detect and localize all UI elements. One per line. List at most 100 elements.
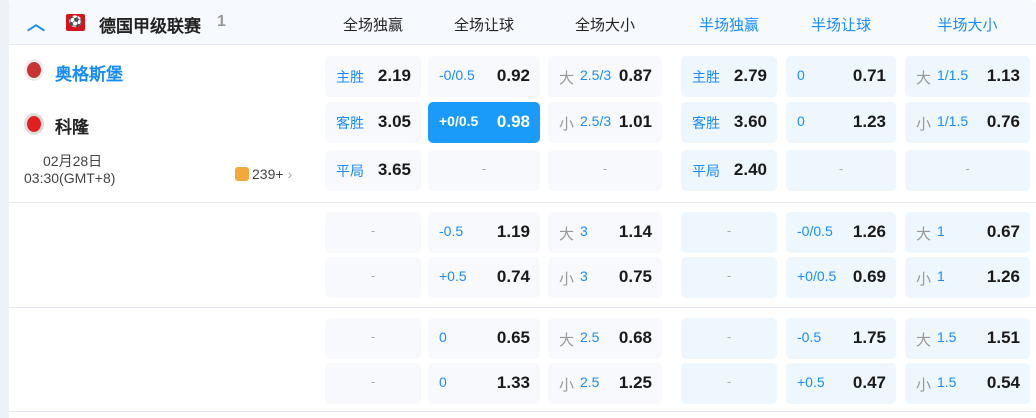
empty-odds: - xyxy=(726,268,732,283)
odds-cell[interactable]: 0 1.33 xyxy=(428,363,540,404)
handicap-line: 1/1.5 xyxy=(937,67,969,83)
odds-value: 0.71 xyxy=(852,66,886,85)
empty-odds: - xyxy=(726,374,732,389)
odds-cell[interactable]: 主胜 2.19 xyxy=(325,56,421,97)
handicap-line: 0 xyxy=(439,329,447,345)
handicap-line: 3 xyxy=(580,223,588,239)
odds-value: 0.92 xyxy=(496,66,530,85)
odds-cell[interactable]: +0/0.5 0.98 xyxy=(428,102,540,143)
handicap-line: 1/1.5 xyxy=(937,113,969,129)
home-team-name[interactable]: 奥格斯堡 xyxy=(55,60,123,85)
odds-cell[interactable]: 小 1/1.5 0.76 xyxy=(905,102,1030,143)
handicap-line: +0.5 xyxy=(439,268,467,284)
odds-cell[interactable]: 主胜 2.79 xyxy=(681,56,777,97)
match-date: 02月28日 xyxy=(43,153,103,169)
odds-value: 0.67 xyxy=(986,222,1020,241)
market-side: 小 xyxy=(916,377,932,394)
odds-cell[interactable]: 小 2.5 1.25 xyxy=(548,363,662,404)
handicap-line: -0/0.5 xyxy=(797,223,833,239)
handicap-line: 1 xyxy=(937,268,945,284)
handicap-line: 2.5/3 xyxy=(580,67,612,83)
odds-cell: - xyxy=(325,363,421,404)
empty-odds: - xyxy=(965,161,970,176)
odds-cell: - xyxy=(786,150,896,191)
odds-cell[interactable]: 0 0.71 xyxy=(786,56,896,97)
odds-cell[interactable]: 小 1.5 0.54 xyxy=(905,363,1030,404)
odds-value: 1.23 xyxy=(852,112,886,131)
league-name: 德国甲级联赛 xyxy=(99,17,201,36)
odds-cell[interactable]: 大 3 1.14 xyxy=(548,212,662,253)
bundesliga-logo-icon: ⚽ xyxy=(66,14,85,31)
odds-cell[interactable]: +0.5 0.47 xyxy=(786,363,896,404)
handicap-line: 客胜 xyxy=(692,115,720,131)
odds-value: 1.26 xyxy=(852,222,886,241)
odds-cell[interactable]: 平局 2.40 xyxy=(681,150,777,191)
handicap-line: 1.5 xyxy=(937,329,957,345)
odds-cell[interactable]: 客胜 3.60 xyxy=(681,102,777,143)
odds-cell: - xyxy=(681,212,777,253)
odds-value: 0.68 xyxy=(618,328,652,347)
odds-value: 0.47 xyxy=(852,373,886,392)
odds-value: 0.74 xyxy=(496,267,530,286)
odds-value: 1.19 xyxy=(496,222,530,241)
odds-cell[interactable]: 小 3 0.75 xyxy=(548,257,662,298)
odds-cell[interactable]: -0.5 1.19 xyxy=(428,212,540,253)
odds-cell[interactable]: +0/0.5 0.69 xyxy=(786,257,896,298)
market-side: 小 xyxy=(916,116,932,133)
away-team-name[interactable]: 科隆 xyxy=(55,113,89,138)
chevron-up-icon[interactable]: ︿ xyxy=(27,10,45,36)
odds-cell[interactable]: +0.5 0.74 xyxy=(428,257,540,298)
odds-value: 1.14 xyxy=(618,222,652,241)
odds-cell[interactable]: -0/0.5 1.26 xyxy=(786,212,896,253)
odds-cell[interactable]: 客胜 3.05 xyxy=(325,102,421,143)
empty-odds: - xyxy=(726,329,732,344)
column-header: 半场独赢 xyxy=(698,17,759,34)
odds-cell[interactable]: 平局 3.65 xyxy=(325,150,421,191)
odds-value: 1.33 xyxy=(496,373,530,392)
market-side: 小 xyxy=(559,271,575,288)
handicap-line: -0/0.5 xyxy=(439,67,475,83)
handicap-line: +0.5 xyxy=(797,374,825,390)
handicap-line: 2.5 xyxy=(580,374,600,390)
odds-value: 3.60 xyxy=(733,112,767,131)
odds-cell[interactable]: 0 1.23 xyxy=(786,102,896,143)
odds-cell[interactable]: 0 0.65 xyxy=(428,318,540,359)
odds-cell: - xyxy=(905,150,1030,191)
odds-cell: - xyxy=(325,257,421,298)
empty-odds: - xyxy=(481,161,487,176)
markets-icon xyxy=(235,167,249,181)
odds-value: 1.75 xyxy=(852,328,886,347)
column-header: 半场让球 xyxy=(810,17,871,34)
odds-cell: - xyxy=(325,318,421,359)
market-side: 大 xyxy=(916,70,932,87)
handicap-line: -0.5 xyxy=(439,223,464,239)
more-markets-link[interactable]: 239+ › xyxy=(235,166,292,182)
odds-cell[interactable]: 大 2.5 0.68 xyxy=(548,318,662,359)
odds-cell[interactable]: 大 1/1.5 1.13 xyxy=(905,56,1030,97)
home-team-logo-icon xyxy=(24,59,44,81)
odds-cell[interactable]: 小 2.5/3 1.01 xyxy=(548,102,662,143)
market-side: 小 xyxy=(559,377,575,394)
league-header[interactable]: ︿ ⚽ 德国甲级联赛 1 全场独赢 全场让球 全场大小 半场独赢 半场让球 半场… xyxy=(9,0,1036,45)
handicap-line: 0 xyxy=(797,113,805,129)
odds-cell[interactable]: -0.5 1.75 xyxy=(786,318,896,359)
odds-cell[interactable]: -0/0.5 0.92 xyxy=(428,56,540,97)
odds-value: 0.69 xyxy=(852,267,886,286)
odds-cell: - xyxy=(681,257,777,298)
more-markets-count: 239+ xyxy=(252,166,284,182)
odds-cell[interactable]: 大 1 0.67 xyxy=(905,212,1030,253)
odds-value: 0.54 xyxy=(986,373,1020,392)
handicap-line: 1.5 xyxy=(937,374,957,390)
odds-value: 3.05 xyxy=(377,112,411,131)
odds-cell[interactable]: 大 2.5/3 0.87 xyxy=(548,56,662,97)
odds-cell[interactable]: 大 1.5 1.51 xyxy=(905,318,1030,359)
odds-value: 1.25 xyxy=(618,373,652,392)
odds-value: 1.13 xyxy=(986,66,1020,85)
handicap-line: 客胜 xyxy=(336,115,364,131)
odds-value: 2.79 xyxy=(733,66,767,85)
odds-value: 1.51 xyxy=(986,328,1020,347)
odds-cell[interactable]: 小 1 1.26 xyxy=(905,257,1030,298)
match-panel: ︿ ⚽ 德国甲级联赛 1 全场独赢 全场让球 全场大小 半场独赢 半场让球 半场… xyxy=(9,0,1036,418)
handicap-line: 2.5/3 xyxy=(580,113,612,129)
away-team-logo-icon xyxy=(24,113,44,135)
